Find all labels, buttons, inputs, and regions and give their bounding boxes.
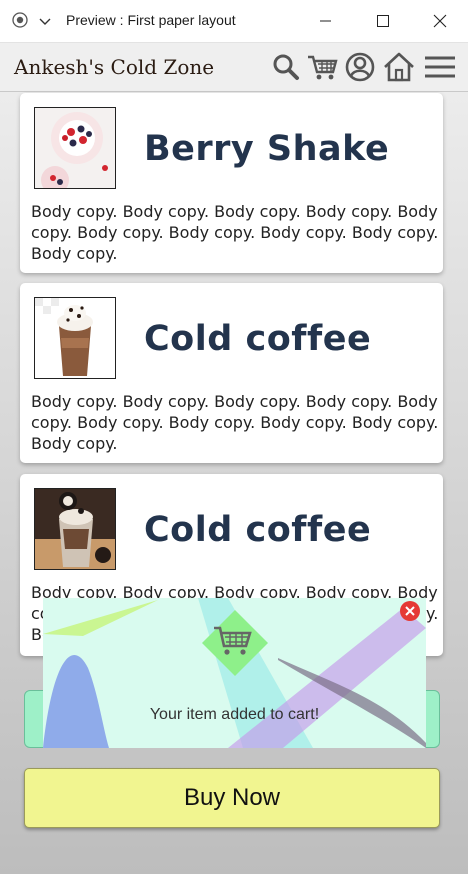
product-list: Berry Shake Body copy. Body copy. Body c… bbox=[0, 92, 468, 874]
maximize-button[interactable] bbox=[368, 8, 398, 34]
product-description: Body copy. Body copy. Body copy. Body co… bbox=[31, 392, 439, 453]
product-description: Body copy. Body copy. Body copy. Body co… bbox=[31, 202, 439, 263]
cart-icon[interactable] bbox=[306, 51, 340, 83]
product-image-berry-shake bbox=[34, 107, 116, 189]
app-icon bbox=[12, 12, 28, 28]
chevron-down-icon[interactable] bbox=[38, 14, 52, 28]
toast-message: Your item added to cart! bbox=[149, 706, 320, 723]
buy-now-button[interactable]: Buy Now bbox=[24, 768, 440, 828]
app-header: Ankesh's Cold Zone bbox=[0, 43, 468, 92]
window-titlebar: Preview : First paper layout bbox=[0, 0, 468, 43]
product-title: Cold coffee bbox=[144, 319, 372, 359]
product-title: Cold coffee bbox=[144, 510, 372, 550]
search-icon[interactable] bbox=[270, 51, 304, 83]
product-card[interactable]: Cold coffee Body copy. Body copy. Body c… bbox=[20, 283, 443, 463]
product-title: Berry Shake bbox=[144, 129, 390, 169]
toast-cart-badge bbox=[202, 610, 268, 676]
home-icon[interactable] bbox=[382, 51, 416, 83]
menu-icon[interactable] bbox=[423, 51, 457, 83]
user-icon[interactable] bbox=[343, 51, 377, 83]
brand-name: Ankesh's Cold Zone bbox=[14, 55, 215, 79]
close-icon[interactable] bbox=[399, 600, 421, 622]
product-card[interactable]: Berry Shake Body copy. Body copy. Body c… bbox=[20, 93, 443, 273]
product-image-cold-coffee bbox=[34, 297, 116, 379]
close-window-button[interactable] bbox=[425, 8, 455, 34]
product-image-cold-coffee-oreo bbox=[34, 488, 116, 570]
window-title: Preview : First paper layout bbox=[66, 12, 236, 28]
minimize-button[interactable] bbox=[310, 8, 340, 34]
